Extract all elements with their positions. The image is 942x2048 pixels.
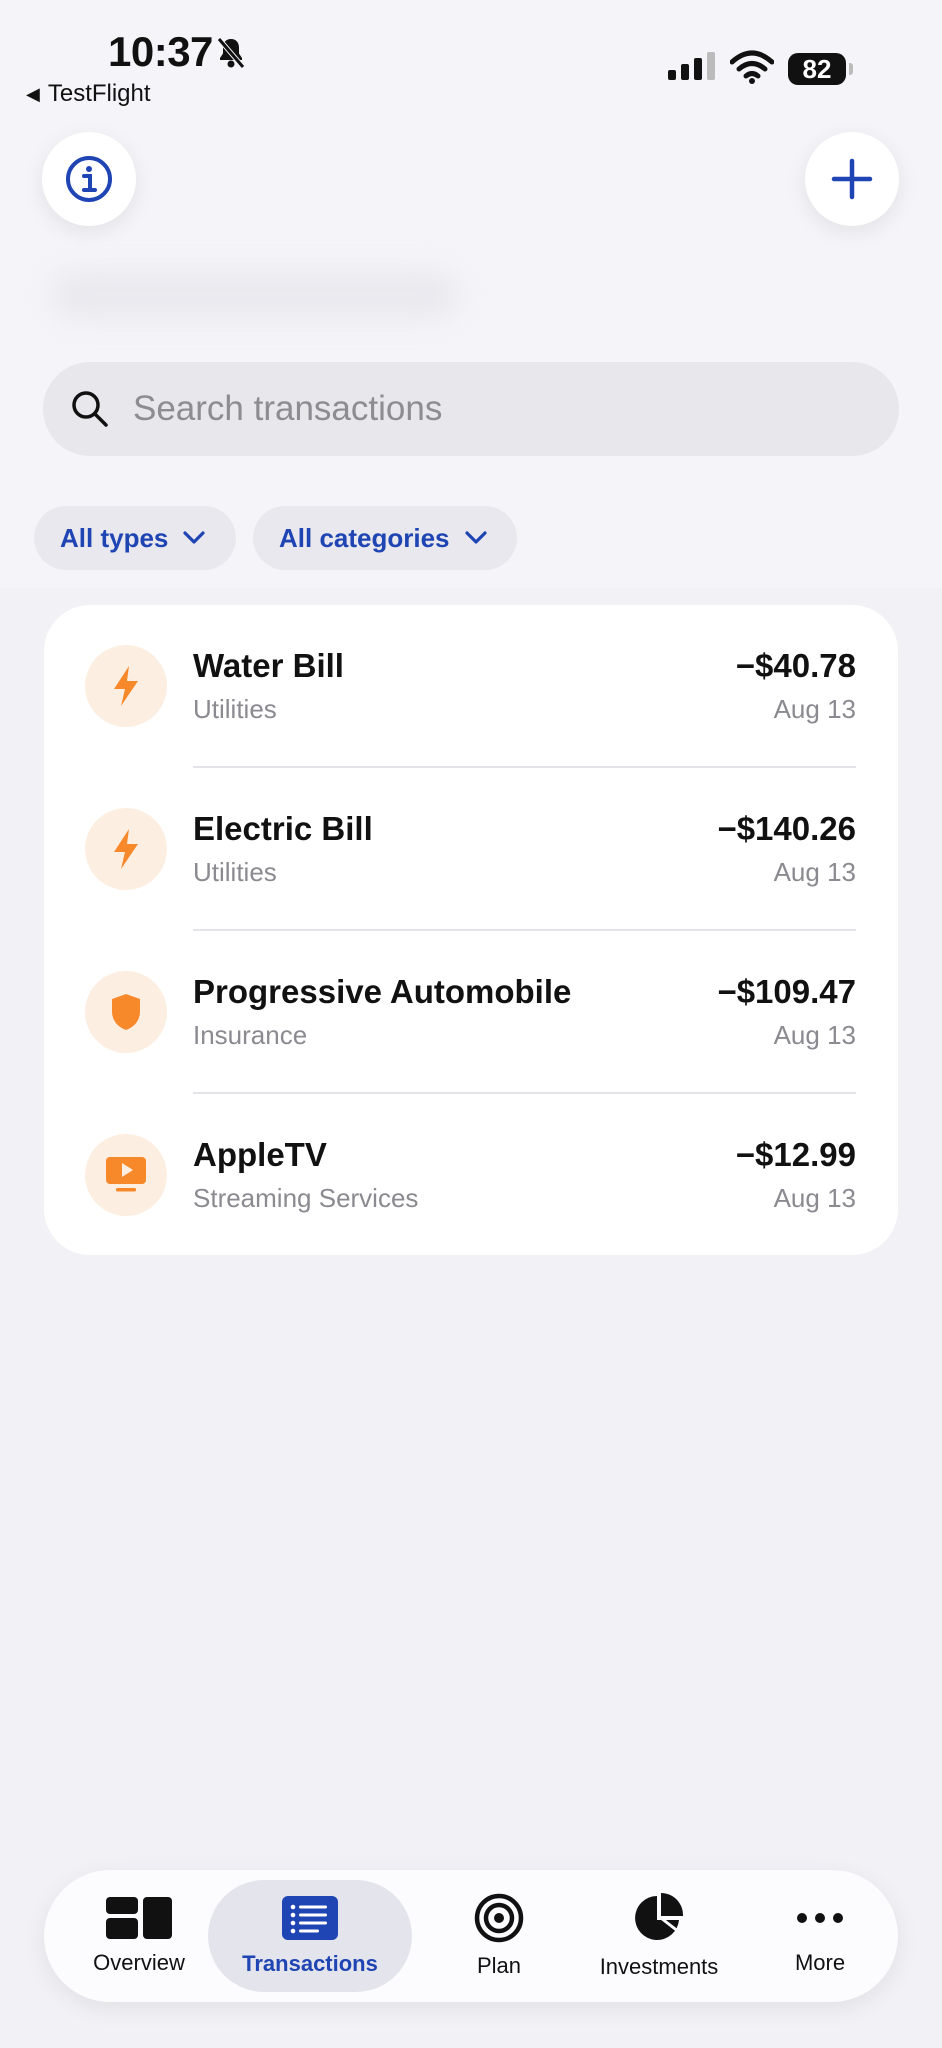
chevron-down-icon xyxy=(183,531,205,544)
overview-icon xyxy=(106,1897,172,1939)
wifi-icon xyxy=(730,50,774,84)
transaction-category: Insurance xyxy=(193,1020,308,1050)
search-bar[interactable] xyxy=(43,362,899,456)
chevron-down-icon xyxy=(464,531,487,544)
transaction-date: Aug 13 xyxy=(773,694,856,724)
tab-plan[interactable]: Plan xyxy=(434,1870,564,2002)
bell-muted-icon xyxy=(217,37,245,69)
transaction-category: Utilities xyxy=(193,857,277,887)
transaction-row[interactable]: Progressive Automobile Insurance −$109.4… xyxy=(44,931,898,1094)
more-dots-icon xyxy=(797,1913,843,1923)
back-arrow-icon: ◀ xyxy=(26,83,40,104)
transaction-name: AppleTV xyxy=(193,1136,327,1173)
transaction-amount: −$40.78 xyxy=(735,647,856,684)
battery-indicator: 82 xyxy=(788,53,846,85)
transaction-name: Progressive Automobile xyxy=(193,973,572,1010)
cellular-signal-icon xyxy=(668,52,715,80)
transaction-date: Aug 13 xyxy=(773,1020,856,1050)
target-icon xyxy=(474,1893,524,1943)
info-button[interactable] xyxy=(42,132,136,226)
shield-icon xyxy=(85,971,167,1053)
filter-types-dropdown[interactable]: All types xyxy=(34,506,236,570)
tab-label: Investments xyxy=(599,1954,719,1979)
filter-categories-label: All categories xyxy=(279,522,450,553)
tab-investments[interactable]: Investments xyxy=(574,1870,744,2002)
tab-overview[interactable]: Overview xyxy=(74,1870,204,2002)
tab-label: Overview xyxy=(93,1950,185,1975)
transaction-amount: −$12.99 xyxy=(735,1136,856,1173)
search-input[interactable] xyxy=(131,388,835,430)
battery-tip xyxy=(849,63,853,75)
add-transaction-button[interactable] xyxy=(805,132,899,226)
info-icon xyxy=(66,156,112,202)
search-icon xyxy=(71,390,109,428)
filter-types-label: All types xyxy=(60,522,169,553)
transaction-name: Electric Bill xyxy=(193,810,373,847)
pie-chart-icon xyxy=(635,1893,684,1940)
lightning-icon xyxy=(85,645,167,727)
filter-categories-dropdown[interactable]: All categories xyxy=(253,506,517,570)
transaction-date: Aug 13 xyxy=(773,857,856,887)
transaction-name: Water Bill xyxy=(193,647,344,684)
transaction-amount: −$109.47 xyxy=(717,973,856,1010)
tab-more[interactable]: More xyxy=(760,1870,880,2002)
transaction-date: Aug 13 xyxy=(773,1183,856,1213)
tab-label: More xyxy=(794,1950,846,1975)
transaction-amount: −$140.26 xyxy=(717,810,856,847)
tab-transactions[interactable]: Transactions xyxy=(208,1880,412,1992)
transaction-row[interactable]: AppleTV Streaming Services −$12.99 Aug 1… xyxy=(44,1094,898,1257)
transactions-list: Water Bill Utilities −$40.78 Aug 13 Elec… xyxy=(44,605,898,1255)
transaction-category: Utilities xyxy=(193,694,277,724)
tv-play-icon xyxy=(85,1134,167,1216)
status-time: 10:37 xyxy=(108,28,213,75)
transactions-list-icon xyxy=(282,1896,338,1940)
tab-label: Transactions xyxy=(242,1951,378,1976)
plus-icon xyxy=(831,158,873,200)
lightning-icon xyxy=(85,808,167,890)
back-to-testflight[interactable]: ◀ TestFlight xyxy=(26,80,151,108)
transaction-row[interactable]: Electric Bill Utilities −$140.26 Aug 13 xyxy=(44,768,898,931)
tab-label: Plan xyxy=(476,1953,522,1978)
blurred-title xyxy=(50,270,460,320)
transaction-row[interactable]: Water Bill Utilities −$40.78 Aug 13 xyxy=(44,605,898,768)
transaction-category: Streaming Services xyxy=(193,1183,419,1213)
tab-bar: Overview Transactions Plan Investments M… xyxy=(44,1870,898,2002)
back-app-label: TestFlight xyxy=(47,80,151,107)
